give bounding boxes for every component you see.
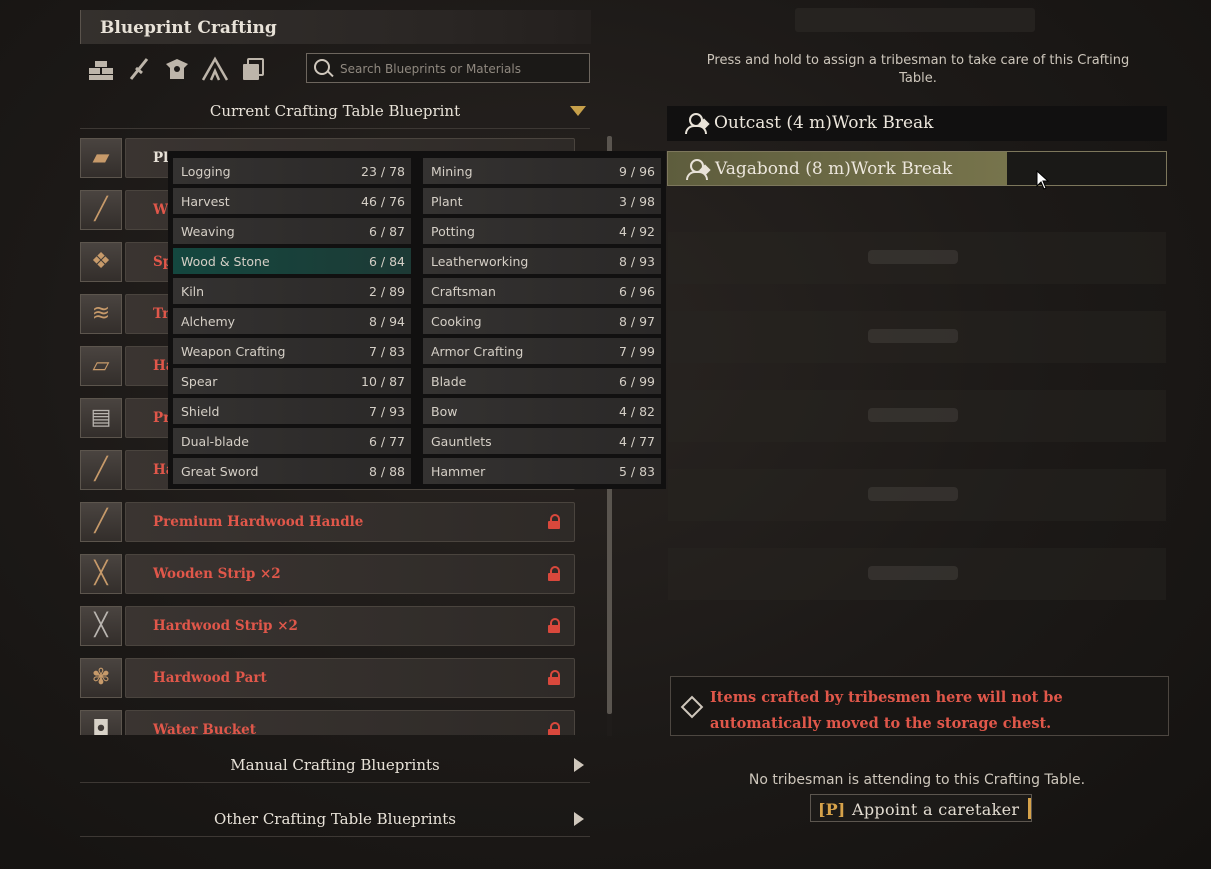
armor-icon[interactable] [162,54,192,84]
list-item[interactable]: ✾ Hardwood Part [80,658,575,698]
wood-part-icon: ✾ [80,658,122,698]
proficiency-tooltip: Logging 23 / 78 Harvest 46 / 76 Weaving 6 /… [168,151,666,489]
worker-name: Vagabond (8 m)Work Break [715,159,953,179]
panel-icon: ▤ [80,398,122,438]
proficiency-row: Alchemy 8 / 94 [173,308,411,334]
blurred-row [668,390,1166,442]
section-other-label: Other Crafting Table Blueprints [214,810,456,828]
section-manual-blueprints[interactable]: Manual Crafting Blueprints [80,748,590,783]
search-icon [314,59,330,75]
proficiency-row: Mining 9 / 96 [423,158,661,184]
accent-bar [1028,798,1031,819]
plank-icon: ▰ [80,138,122,178]
lock-icon [547,670,561,685]
blueprint-name: Premium Hardwood Handle [153,514,364,530]
lock-icon [547,514,561,529]
diamond-icon [680,695,704,719]
worker-option-vagabond[interactable]: Vagabond (8 m)Work Break [667,151,1167,186]
bucket-icon: ◘ [80,710,122,735]
worker-option-outcast[interactable]: Outcast (4 m)Work Break [667,106,1167,141]
section-manual-label: Manual Crafting Blueprints [230,756,440,774]
blurred-row [668,232,1166,284]
tribesman-icon [685,112,710,134]
chevron-right-icon [574,812,584,826]
proficiency-row: Harvest 46 / 76 [173,188,411,214]
list-item[interactable]: ╳ Wooden Strip ×2 [80,554,575,594]
storage-warning-text: Items crafted by tribesmen here will not… [710,689,1063,732]
proficiency-row: Shield 7 / 93 [173,398,411,424]
search-input[interactable] [338,59,582,79]
blueprint-name: Pl [153,150,169,166]
hardwood-strip-icon: ╳ [80,606,122,646]
assign-hint: Press and hold to assign a tribesman to … [706,53,1130,86]
board-icon: ▱ [80,346,122,386]
strip-icon: ╳ [80,554,122,594]
category-toolbar [86,54,268,86]
proficiency-row: Bow 4 / 82 [423,398,661,424]
proficiency-row: Gauntlets 4 / 77 [423,428,661,454]
section-other-blueprints[interactable]: Other Crafting Table Blueprints [80,802,590,837]
search-box[interactable] [306,53,590,83]
proficiency-row: Potting 4 / 92 [423,218,661,244]
lock-icon [547,722,561,735]
bundle-icon: ≋ [80,294,122,334]
scroll-icon: ❖ [80,242,122,282]
proficiency-row: Kiln 2 / 89 [173,278,411,304]
appoint-label: Appoint a caretaker [852,800,1020,819]
tent-icon[interactable] [200,54,230,84]
blurred-row [668,311,1166,363]
proficiency-row: Craftsman 6 / 96 [423,278,661,304]
proficiency-row: Armor Crafting 7 / 99 [423,338,661,364]
proficiency-row: Logging 23 / 78 [173,158,411,184]
worker-name: Outcast (4 m)Work Break [714,113,934,133]
proficiency-row: Weaving 6 / 87 [173,218,411,244]
proficiency-row: Great Sword 8 / 88 [173,458,411,484]
chevron-down-icon [570,106,586,116]
panel-header: Blueprint Crafting [80,10,591,44]
blurred-row [668,469,1166,521]
handle-icon: ╱ [80,450,122,490]
proficiency-row: Spear 10 / 87 [173,368,411,394]
proficiency-row: Weapon Crafting 7 / 83 [173,338,411,364]
blueprint-name: Water Bucket [153,722,256,735]
premium-handle-icon: ╱ [80,502,122,542]
blueprint-name: Hardwood Strip ×2 [153,618,298,634]
list-item[interactable]: ◘ Water Bucket [80,710,575,735]
materials-icon[interactable] [86,54,116,84]
storage-warning: Items crafted by tribesmen here will not… [670,676,1169,736]
blueprint-name: Wooden Strip ×2 [153,566,281,582]
proficiency-row: Dual-blade 6 / 77 [173,428,411,454]
proficiency-row: Blade 6 / 99 [423,368,661,394]
stick-icon: ╱ [80,190,122,230]
hotkey-label: [P] [818,800,846,819]
blurred-header [795,8,1035,32]
proficiency-row: Cooking 8 / 97 [423,308,661,334]
panel-title: Blueprint Crafting [100,18,277,38]
proficiency-row: Plant 3 / 98 [423,188,661,214]
lock-icon [547,618,561,633]
chevron-right-icon [574,758,584,772]
tribesman-icon [686,158,711,180]
section-current-blueprints[interactable]: Current Crafting Table Blueprint [80,94,590,129]
blurred-row [668,548,1166,600]
lock-icon [547,566,561,581]
caretaker-status: No tribesman is attending to this Crafti… [748,772,1086,788]
weapons-icon[interactable] [124,54,154,84]
appoint-caretaker-button[interactable]: [P] Appoint a caretaker [810,794,1032,822]
section-current-label: Current Crafting Table Blueprint [209,102,461,120]
proficiency-row-highlighted: Wood & Stone 6 / 84 [173,248,411,274]
cards-icon[interactable] [238,54,268,84]
blueprint-name: W [153,202,169,218]
blueprint-name: Hardwood Part [153,670,267,686]
proficiency-row: Leatherworking 8 / 93 [423,248,661,274]
proficiency-row: Hammer 5 / 83 [423,458,661,484]
blueprint-name: Tr [153,306,170,322]
list-item[interactable]: ╳ Hardwood Strip ×2 [80,606,575,646]
list-item[interactable]: ╱ Premium Hardwood Handle [80,502,575,542]
